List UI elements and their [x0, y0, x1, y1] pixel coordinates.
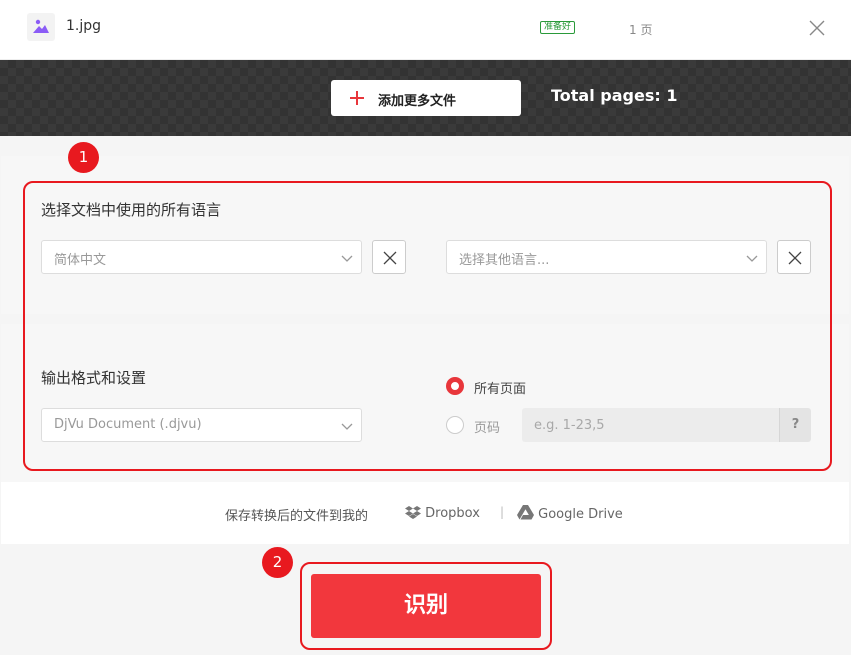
language-panel [1, 156, 849, 314]
other-language-select[interactable]: 选择其他语言... [446, 240, 767, 274]
chevron-down-icon [341, 255, 353, 262]
add-more-files-label: 添加更多文件 [378, 94, 457, 109]
close-icon [788, 251, 802, 265]
ocr-recognize-button[interactable]: 识别 [311, 574, 541, 638]
image-file-icon [27, 13, 55, 41]
dropbox-label: Dropbox [425, 506, 480, 521]
file-toolbar: 添加更多文件 Total pages: 1 [0, 60, 851, 136]
clear-other-language-button[interactable] [777, 240, 811, 274]
step-1-badge: 1 [68, 142, 99, 173]
language-section-title: 选择文档中使用的所有语言 [41, 201, 222, 219]
chevron-down-icon [746, 255, 758, 262]
dropbox-link[interactable]: Dropbox [405, 505, 480, 521]
output-section-title: 输出格式和设置 [41, 369, 147, 387]
dropbox-icon [405, 506, 421, 519]
page-range-help-button[interactable]: ? [779, 408, 811, 442]
all-pages-radio[interactable] [446, 377, 464, 395]
other-language-placeholder: 选择其他语言... [459, 253, 550, 268]
primary-language-select[interactable]: 简体中文 [41, 240, 362, 274]
page-range-input[interactable] [522, 408, 779, 442]
step-2-badge: 2 [262, 547, 293, 578]
primary-language-value: 简体中文 [54, 253, 107, 268]
google-drive-label: Google Drive [538, 507, 623, 522]
google-drive-icon [517, 505, 534, 520]
total-pages: Total pages: 1 [551, 86, 678, 105]
file-name: 1.jpg [66, 18, 102, 34]
plus-icon [350, 91, 364, 105]
close-icon [383, 251, 397, 265]
add-more-files-button[interactable]: 添加更多文件 [331, 80, 521, 116]
page-range-radio[interactable] [446, 416, 464, 434]
cloud-divider: | [500, 505, 505, 519]
output-format-value: DjVu Document (.djvu) [54, 417, 202, 432]
close-icon[interactable] [808, 19, 826, 37]
file-page-count: 1 页 [629, 23, 653, 37]
google-drive-link[interactable]: Google Drive [517, 505, 623, 522]
file-row: 1.jpg 准备好 1 页 [0, 0, 851, 60]
status-badge: 准备好 [540, 21, 576, 34]
all-pages-label: 所有页面 [474, 382, 527, 397]
chevron-down-icon [341, 423, 353, 430]
output-panel [1, 324, 849, 482]
clear-primary-language-button[interactable] [372, 240, 406, 274]
output-format-select[interactable]: DjVu Document (.djvu) [41, 408, 362, 442]
page-range-label: 页码 [474, 421, 501, 436]
save-to-label: 保存转换后的文件到我的 [225, 509, 369, 524]
